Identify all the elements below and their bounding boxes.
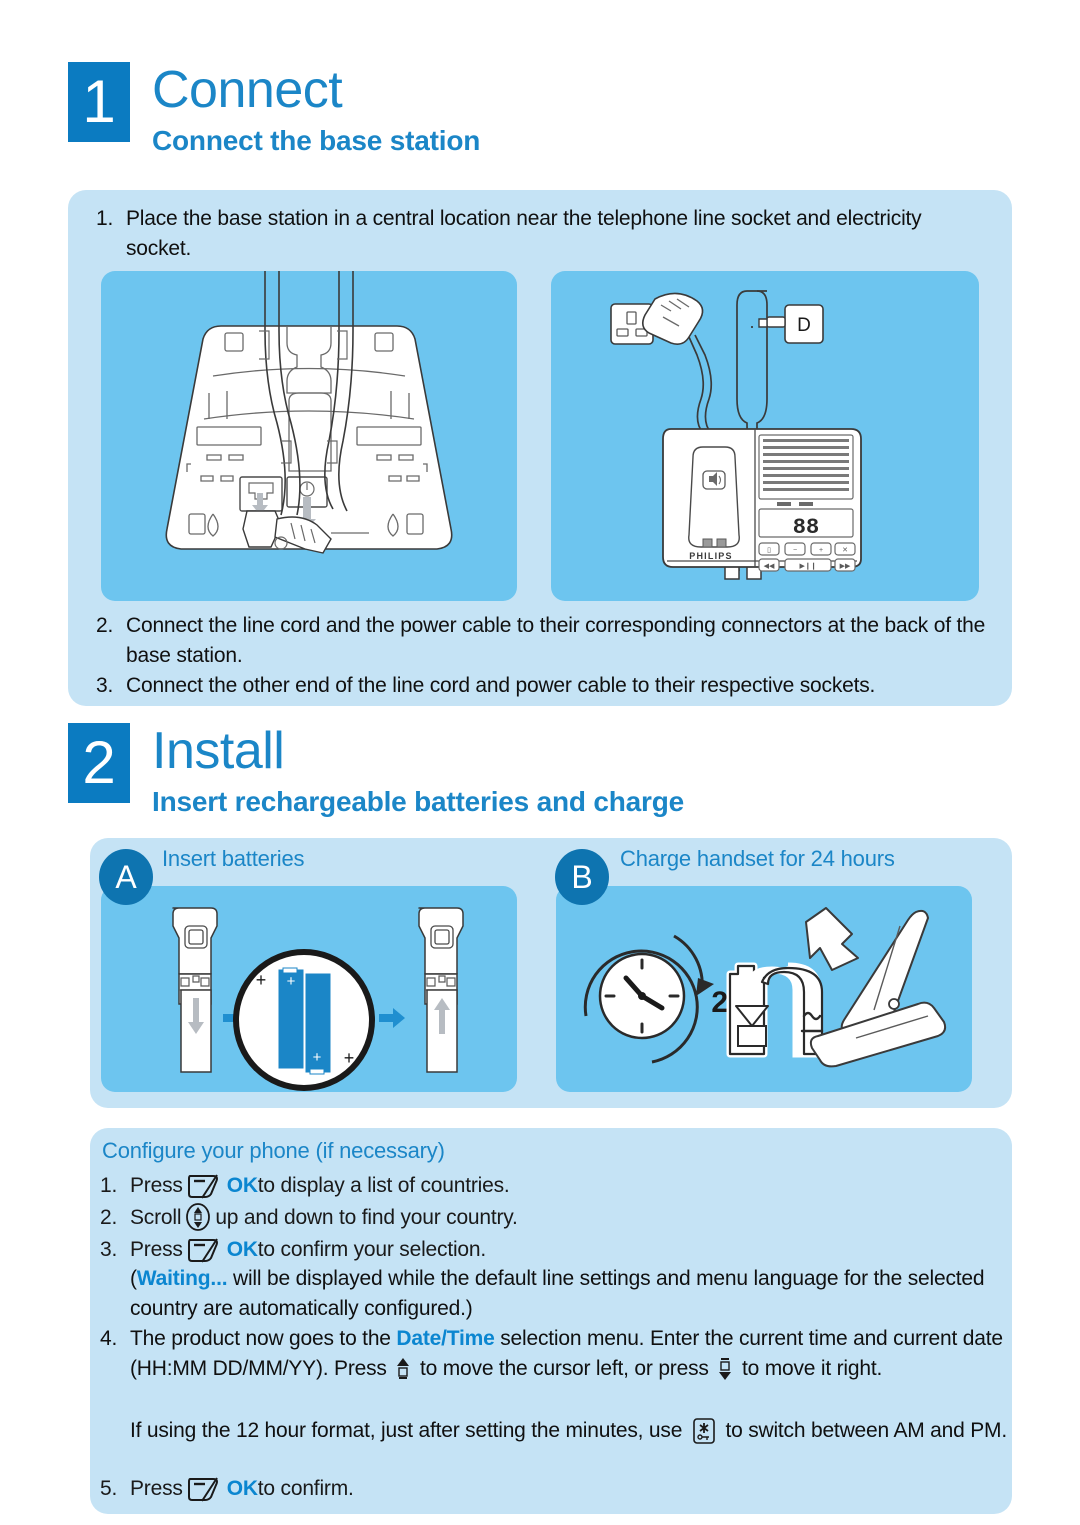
insert-batteries-illustration: + + + + [172,907,464,1091]
softkey-ok-icon[interactable] [187,1173,221,1199]
down-key-icon[interactable] [717,1357,733,1381]
up-key-icon[interactable] [395,1357,411,1381]
star-key-icon[interactable] [693,1418,715,1445]
configure-step: 5. Press OK to confirm. [100,1473,354,1505]
instruction-row: 1. Place the base station in a central l… [96,204,976,264]
ok-label: OK [226,1477,258,1500]
configure-step-text: Scroll [130,1206,182,1229]
section-2-card: Insert batteries Charge handset for 24 h… [90,838,1012,1108]
waiting-highlight: Waiting... [136,1267,228,1290]
configure-step: 2. Scroll up and down to find your count… [100,1202,518,1234]
instruction-number: 1. [96,207,114,230]
subsection-a-label: Insert batteries [162,846,305,871]
svg-text:+: + [256,970,267,990]
section-2-header: 2 Install Insert rechargeable batteries … [68,723,684,819]
base-front-illustration: D 88 ▯ − + ✕ ◀◀ ▶❙❙ ▶▶ PHILIPS [610,290,862,580]
svg-text:+: + [287,973,296,990]
figure-charge-handset: 24 [556,886,972,1092]
configure-step: 3. Press OK to confirm your selection. [100,1234,486,1266]
configure-step-text: Press [130,1174,183,1197]
note-rest: will be displayed while the default line… [130,1267,985,1320]
step4-text-c: to move the cursor left, or press [414,1357,715,1380]
step4-note-text-b: to switch between AM and PM. [719,1419,1007,1442]
section-1-number-badge: 1 [68,62,130,142]
instruction-row: 3. Connect the other end of the line cor… [96,671,986,701]
step4-text-a: The product now goes to the [130,1327,397,1350]
base-brand-label: PHILIPS [689,551,732,561]
svg-text:+: + [819,547,823,554]
section-2-number-badge: 2 [68,723,130,803]
step5-text-a: Press [130,1477,183,1500]
instruction-text: Connect the line cord and the power cabl… [126,614,986,667]
subsection-a-badge: A [99,849,153,905]
configure-step-number: 4. [100,1327,118,1350]
softkey-ok-icon[interactable] [187,1237,221,1263]
configure-step-text: Press [130,1238,183,1261]
svg-text:▶▶: ▶▶ [840,563,851,570]
ok-label: OK [226,1174,258,1197]
base-underside-illustration [165,271,453,554]
configure-card: Configure your phone (if necessary) 1. P… [90,1128,1012,1514]
instruction-number: 3. [96,674,114,697]
subsection-b-label: Charge handset for 24 hours [620,846,895,871]
configure-step: 1. Press OK to display a list of countri… [100,1170,510,1202]
section-1-subtitle: Connect the base station [152,125,481,156]
configure-step-number: 3. [100,1238,118,1261]
svg-text:+: + [344,1048,355,1068]
base-display-value: 88 [793,515,819,540]
configure-step-number: 2. [100,1206,118,1229]
section-1-header: 1 Connect Connect the base station [68,62,480,158]
configure-step4-note: If using the 12 hour format, just after … [130,1416,1010,1446]
wall-socket-label: D [797,315,811,336]
instruction-number: 2. [96,614,114,637]
subsection-b-badge: B [555,849,609,905]
instruction-row: 2. Connect the line cord and the power c… [96,611,986,671]
figure-insert-batteries: + + + + [101,886,517,1092]
configure-step-body: The product now goes to the Date/Time se… [130,1324,1005,1384]
step5-text-b: to confirm. [257,1477,354,1500]
svg-text:◀◀: ◀◀ [764,563,775,570]
charge-handset-illustration: 24 [583,907,947,1068]
configure-waiting-note: (Waiting... will be displayed while the … [130,1264,1010,1324]
svg-text:▯: ▯ [767,547,771,554]
figure-base-underside [101,271,517,601]
section-1-title: Connect [152,61,343,119]
step4-note-text-a: If using the 12 hour format, just after … [130,1419,688,1442]
ok-label: OK [226,1238,258,1261]
configure-step-text-tail: to confirm your selection. [257,1238,487,1261]
scroll-key-icon[interactable] [185,1203,211,1233]
configure-step: 4. The product now goes to the Date/Time… [100,1324,1005,1384]
section-1-card: 1. Place the base station in a central l… [68,190,1012,706]
svg-text:✕: ✕ [842,547,848,554]
configure-step-number: 5. [100,1477,118,1500]
instruction-text: Connect the other end of the line cord a… [126,674,876,697]
section-2-subtitle: Insert rechargeable batteries and charge [152,786,684,817]
configure-step-text-tail: up and down to find your country. [215,1206,518,1229]
figure-base-front: D 88 ▯ − + ✕ ◀◀ ▶❙❙ ▶▶ PHILIPS [551,271,979,601]
softkey-ok-icon[interactable] [187,1476,221,1502]
note-open-paren: ( [130,1267,137,1290]
svg-text:+: + [313,1049,322,1066]
svg-text:▶❙❙: ▶❙❙ [799,562,816,570]
svg-text:−: − [793,547,797,554]
date-time-highlight: Date/Time [396,1327,495,1350]
configure-title: Configure your phone (if necessary) [102,1138,445,1163]
configure-step-number: 1. [100,1174,118,1197]
instruction-text: Place the base station in a central loca… [126,207,922,260]
configure-step-text-tail: to display a list of countries. [257,1174,510,1197]
step4-text-d: to move it right. [736,1357,883,1380]
section-2-title: Install [152,722,285,780]
